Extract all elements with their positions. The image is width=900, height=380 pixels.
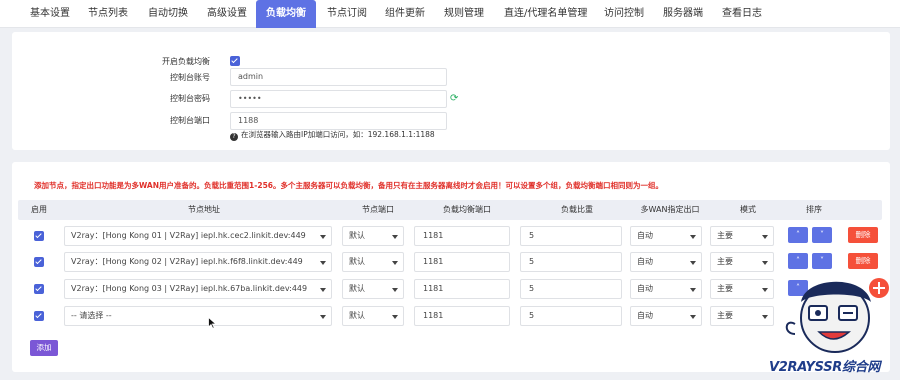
account-label: 控制台账号: [170, 73, 210, 82]
chevron-down-icon: [690, 315, 696, 319]
top-tab-bar: 基本设置 节点列表 自动切换 高级设置 负载均衡 节点订阅 组件更新 规则管理 …: [0, 0, 900, 28]
table-row: V2ray：[Hong Kong 01 | V2Ray] iepl.hk.cec…: [12, 226, 890, 246]
console-settings-card: 开启负载均衡 控制台账号 admin 控制台密码 ••••• ⟳ 控制台端口 1…: [12, 32, 890, 150]
node-port-select[interactable]: 默认: [342, 279, 404, 299]
chevron-down-icon: [690, 235, 696, 239]
port-input[interactable]: 1188: [230, 112, 447, 130]
address-select[interactable]: V2ray：[Hong Kong 03 | V2Ray] iepl.hk.67b…: [64, 279, 332, 299]
row-enable-checkbox[interactable]: [34, 311, 44, 321]
tab-access-control[interactable]: 访问控制: [604, 0, 644, 28]
col-order: 排序: [806, 205, 822, 214]
table-row: V2ray：[Hong Kong 02 | V2Ray] iepl.hk.f6f…: [12, 252, 890, 272]
table-header: 启用 节点地址 节点端口 负载均衡端口 负载比重 多WAN指定出口 模式 排序: [18, 200, 882, 220]
delete-button[interactable]: 删除: [848, 227, 878, 243]
delete-button[interactable]: 删除: [848, 253, 878, 269]
weight-input[interactable]: 5: [520, 226, 622, 246]
mouse-cursor-icon: [208, 317, 217, 329]
address-select[interactable]: V2ray：[Hong Kong 01 | V2Ray] iepl.hk.cec…: [64, 226, 332, 246]
port-hint-text: 在浏览器输入路由IP加端口访问，如：192.168.1.1:1188: [241, 130, 435, 139]
row-enable-checkbox[interactable]: [34, 284, 44, 294]
chevron-down-icon: [320, 288, 326, 292]
col-address: 节点地址: [188, 205, 220, 214]
lb-port-input[interactable]: 1181: [414, 306, 510, 326]
tab-view-log[interactable]: 查看日志: [722, 0, 762, 28]
row-enable-checkbox[interactable]: [34, 257, 44, 267]
mascot-icon: [785, 278, 889, 353]
tab-rule-management[interactable]: 规则管理: [444, 0, 484, 28]
chevron-down-icon: [392, 288, 398, 292]
account-input[interactable]: admin: [230, 68, 447, 86]
chevron-down-icon: [762, 261, 768, 265]
chevron-down-icon: [320, 261, 326, 265]
tab-load-balance[interactable]: 负载均衡: [256, 0, 316, 28]
refresh-password-icon[interactable]: ⟳: [450, 94, 460, 104]
chevron-down-icon: [392, 235, 398, 239]
chevron-down-icon: [320, 315, 326, 319]
port-hint: ? 在浏览器输入路由IP加端口访问，如：192.168.1.1:1188: [230, 129, 435, 141]
weight-input[interactable]: 5: [520, 252, 622, 272]
chevron-down-icon: [690, 261, 696, 265]
address-select[interactable]: -- 请选择 --: [64, 306, 332, 326]
lb-port-input[interactable]: 1181: [414, 279, 510, 299]
tab-component-update[interactable]: 组件更新: [385, 0, 425, 28]
enable-lb-label: 开启负载均衡: [162, 57, 210, 66]
move-down-button[interactable]: ˅: [812, 227, 832, 243]
tab-advanced-settings[interactable]: 高级设置: [207, 0, 247, 28]
port-label: 控制台端口: [170, 116, 210, 125]
notice-text: 添加节点，指定出口功能是为多WAN用户准备的。负载比重范围1-256。多个主服务…: [34, 181, 663, 190]
password-label: 控制台密码: [170, 94, 210, 103]
row-enable-checkbox[interactable]: [34, 231, 44, 241]
chevron-down-icon: [392, 315, 398, 319]
node-port-select[interactable]: 默认: [342, 306, 404, 326]
watermark-logo: V2RAYSSR综合网: [765, 268, 900, 380]
nodes-card: 添加节点，指定出口功能是为多WAN用户准备的。负载比重范围1-256。多个主服务…: [12, 162, 890, 372]
lb-port-input[interactable]: 1181: [414, 252, 510, 272]
chevron-down-icon: [320, 235, 326, 239]
tab-node-list[interactable]: 节点列表: [88, 0, 128, 28]
password-input[interactable]: •••••: [230, 90, 447, 108]
col-weight: 负载比重: [561, 205, 593, 214]
move-up-button[interactable]: ˄: [788, 253, 808, 269]
weight-input[interactable]: 5: [520, 306, 622, 326]
lb-port-input[interactable]: 1181: [414, 226, 510, 246]
move-up-button[interactable]: ˄: [788, 227, 808, 243]
col-lb-port: 负载均衡端口: [443, 205, 491, 214]
tab-server[interactable]: 服务器端: [663, 0, 703, 28]
chevron-down-icon: [392, 261, 398, 265]
col-mode: 模式: [740, 205, 756, 214]
question-circle-icon: ?: [230, 133, 238, 141]
table-row: V2ray：[Hong Kong 03 | V2Ray] iepl.hk.67b…: [12, 279, 890, 299]
col-node-port: 节点端口: [362, 205, 394, 214]
col-wan: 多WAN指定出口: [640, 205, 700, 214]
enable-lb-checkbox[interactable]: [230, 56, 240, 66]
mode-select[interactable]: 主要: [710, 226, 774, 246]
node-port-select[interactable]: 默认: [342, 226, 404, 246]
table-row: -- 请选择 -- 默认 1181 5 自动 主要: [12, 306, 890, 326]
tab-node-subscribe[interactable]: 节点订阅: [327, 0, 367, 28]
move-down-button[interactable]: ˅: [812, 253, 832, 269]
tab-basic-settings[interactable]: 基本设置: [30, 0, 70, 28]
address-select[interactable]: V2ray：[Hong Kong 02 | V2Ray] iepl.hk.f6f…: [64, 252, 332, 272]
chevron-down-icon: [690, 288, 696, 292]
tab-direct-proxy-list[interactable]: 直连/代理名单管理: [504, 0, 587, 28]
node-port-select[interactable]: 默认: [342, 252, 404, 272]
wan-select[interactable]: 自动: [630, 279, 702, 299]
weight-input[interactable]: 5: [520, 279, 622, 299]
wan-select[interactable]: 自动: [630, 252, 702, 272]
chevron-down-icon: [762, 235, 768, 239]
watermark-text: V2RAYSSR综合网: [769, 360, 881, 375]
wan-select[interactable]: 自动: [630, 306, 702, 326]
add-node-button[interactable]: 添加: [30, 340, 58, 356]
tab-auto-switch[interactable]: 自动切换: [148, 0, 188, 28]
wan-select[interactable]: 自动: [630, 226, 702, 246]
col-enable: 启用: [31, 205, 47, 214]
